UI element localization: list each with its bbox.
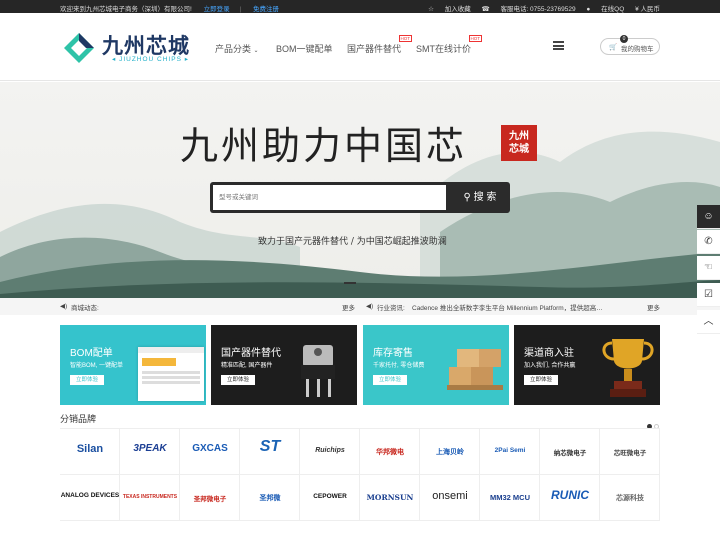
feedback-icon[interactable]: ☜ [697, 256, 720, 280]
cart-icon: 🛒 [609, 44, 618, 51]
chevron-down-icon: ⌄ [253, 48, 259, 54]
customer-service-icon[interactable]: ☺ [697, 205, 720, 229]
brand-logo[interactable]: ANALOG DEVICES [60, 475, 120, 521]
brand-logo[interactable]: 芯旺微电子 [600, 429, 660, 475]
tile-subtitle: 智能BOM, 一键配单 [70, 363, 124, 369]
brands-title: 分销品牌 [60, 414, 97, 424]
brand-logo[interactable]: Silan [60, 429, 120, 475]
nav-smt[interactable]: SMT在线计价 HOT [416, 35, 482, 55]
brand-logo[interactable]: 华邦微电 [360, 429, 420, 475]
nav-domestic[interactable]: 国产器件替代 HOT [347, 35, 413, 55]
divider: | [239, 6, 242, 13]
brand-logo[interactable]: TEXAS INSTRUMENTS [120, 475, 180, 521]
tile-button[interactable]: 立即体验 [70, 375, 105, 385]
phone-icon[interactable]: ✆ [697, 230, 720, 254]
currency-select[interactable]: ¥ 人民币 [635, 6, 660, 13]
tile-consignment[interactable]: 库存寄售 千家托付, 零仓储费 立即体验 [363, 325, 509, 405]
hot-badge: HOT [468, 35, 482, 42]
banner-slogan: 九州助力中国芯 [180, 124, 468, 168]
brand-logo[interactable]: CEPOWER [300, 475, 360, 521]
welcome-text: 欢迎来到九州芯城电子商务（深圳）有限公司! [60, 6, 192, 13]
brand-logo[interactable]: MM32 MCU [480, 475, 540, 521]
brand-logo[interactable]: 圣邦微 [240, 475, 300, 521]
brand-logo[interactable]: onsemi [420, 475, 480, 521]
brand-logo[interactable]: 纳芯微电子 [540, 429, 600, 475]
qq-link[interactable]: ● 在线QQ [586, 6, 624, 13]
brand-logo[interactable]: 3PEAK [120, 429, 180, 475]
tile-domestic[interactable]: 国产器件替代 精准匹配, 国产器件 立即体验 [211, 325, 357, 405]
industry-label: 行业资讯: [377, 305, 405, 312]
brand-logo[interactable]: 2Pai Semi [480, 429, 540, 475]
brand-logo[interactable]: ST [240, 429, 300, 475]
speaker-icon: ◀) [366, 303, 374, 310]
search-box: ⚲ 搜 索 [210, 182, 510, 213]
login-link[interactable]: 立即登录 [204, 6, 230, 13]
brand-logo[interactable]: 圣邦微电子 [180, 475, 240, 521]
hero-banner: 九州助力中国芯 九州芯城 ⚲ 搜 索 致力于国产元器件替代 / 为中国芯崛起推波… [0, 82, 720, 298]
tile-subtitle: 加入我们, 合作共赢 [524, 363, 576, 369]
bom-screenshot-image [138, 347, 204, 401]
tile-title: 渠道商入驻 [524, 348, 574, 359]
carousel-indicator[interactable] [344, 282, 356, 284]
register-link[interactable]: 免费注册 [253, 6, 279, 13]
menu-icon[interactable] [553, 41, 564, 50]
service-tiles: BOM配单 智能BOM, 一键配单 立即体验 国产器件替代 精准匹配, 国产器件… [60, 325, 660, 405]
tile-subtitle: 精准匹配, 国产器件 [221, 363, 273, 369]
tile-button[interactable]: 立即体验 [221, 375, 256, 385]
search-icon: ⚲ [463, 192, 471, 203]
brand-logo[interactable]: Ruichips [300, 429, 360, 475]
hot-badge: HOT [398, 35, 413, 42]
nav-bom[interactable]: BOM一键配单 [276, 42, 333, 55]
tile-bom[interactable]: BOM配单 智能BOM, 一键配单 立即体验 [60, 325, 206, 405]
tile-subtitle: 千家托付, 零仓储费 [373, 363, 425, 369]
brand-logo[interactable]: 芯源科技 [600, 475, 660, 521]
brand-seal: 九州 芯城 [501, 125, 537, 161]
cart-label: 我的购物车 [621, 46, 654, 53]
news-bar: ◀) 商城动态: 更多 ◀) 行业资讯: Cadence 推出全新数字孪生平台 … [0, 298, 720, 315]
search-button[interactable]: ⚲ 搜 索 [450, 182, 510, 213]
back-to-top-icon[interactable]: ︿ [697, 310, 720, 334]
brand-logo[interactable]: 上海贝岭 [420, 429, 480, 475]
logo-subtitle: ◂ JIUZHOU CHIPS ▸ [112, 56, 189, 63]
tile-partner[interactable]: 渠道商入驻 加入我们, 合作共赢 立即体验 [514, 325, 660, 405]
brand-logo[interactable]: GXCAS [180, 429, 240, 475]
nav-categories[interactable]: 产品分类 ⌄ [215, 42, 259, 55]
cart-count-badge: 0 [620, 35, 628, 43]
transistor-image [301, 345, 335, 397]
tile-title: 国产器件替代 [221, 348, 281, 359]
tile-title: BOM配单 [70, 348, 113, 359]
brand-logo[interactable]: MORNSUN [360, 475, 420, 521]
industry-more-link[interactable]: 更多 [647, 302, 660, 312]
news-more-link[interactable]: 更多 [342, 302, 355, 312]
logo-icon[interactable] [62, 31, 96, 65]
banner-tagline: 致力于国产元器件替代 / 为中国芯崛起推波助澜 [258, 237, 447, 247]
speaker-icon: ◀) [60, 303, 68, 310]
trophy-image [602, 339, 654, 397]
top-bar: 欢迎来到九州芯城电子商务（深圳）有限公司! 立即登录 | 免费注册 ☆ 加入收藏… [0, 0, 720, 13]
brand-grid: Silan 3PEAK GXCAS ST Ruichips 华邦微电 上海贝岭 … [60, 428, 660, 540]
news-label: 商城动态: [71, 305, 99, 312]
clipboard-icon[interactable]: ☑ [697, 283, 720, 307]
service-phone: ☎ 客服电话: 0755-23769529 [481, 6, 576, 13]
search-input[interactable] [213, 185, 446, 210]
tile-button[interactable]: 立即体验 [373, 375, 408, 385]
tile-button[interactable]: 立即体验 [524, 375, 559, 385]
cart-button[interactable]: 🛒 0 我的购物车 [600, 35, 660, 55]
tile-title: 库存寄售 [373, 348, 413, 359]
boxes-image [447, 349, 503, 390]
favorite-link[interactable]: ☆ 加入收藏 [428, 6, 471, 13]
site-header: 九州芯城 ◂ JIUZHOU CHIPS ▸ 产品分类 ⌄ BOM一键配单 国产… [0, 13, 720, 81]
industry-news-item[interactable]: Cadence 推出全新数字孪生平台 Millennium Platform，提… [412, 302, 608, 312]
brand-logo[interactable]: RUNIC [540, 475, 600, 521]
